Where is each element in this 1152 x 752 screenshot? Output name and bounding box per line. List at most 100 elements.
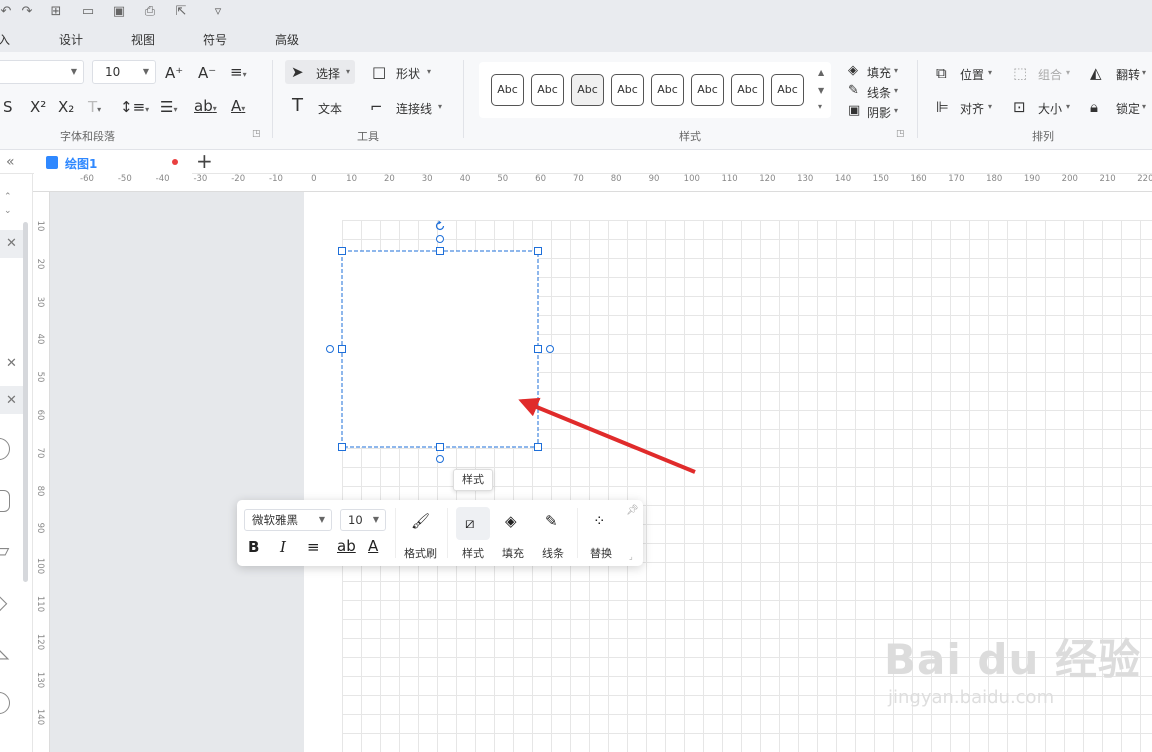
text-style-icon[interactable]: T▾ [88, 98, 101, 119]
document-icon [46, 156, 58, 169]
collapse-panel-icon[interactable]: « [6, 154, 15, 170]
scroll-down-icon[interactable]: ⌄ [4, 206, 12, 216]
shadow-button[interactable]: ▣ 阴影 ▾ [846, 102, 906, 120]
document-name: 绘图1 [65, 157, 98, 171]
increase-font-icon[interactable]: A⁺ [165, 64, 183, 82]
pin-icon[interactable]: 📌︎ [626, 505, 639, 516]
line-pen-icon[interactable]: ✎ [545, 512, 558, 530]
fill-button[interactable]: ◈ 填充 ▾ [846, 62, 906, 80]
menu-item-design[interactable]: 设计 [59, 31, 83, 48]
add-tab-icon[interactable]: + [196, 149, 213, 173]
bullet-list-icon[interactable]: ☰▾ [160, 98, 177, 119]
menu-item-advanced[interactable]: 高级 [275, 31, 299, 48]
new-file-icon[interactable]: ⊞ [48, 4, 64, 20]
save-icon[interactable]: ▣ [111, 4, 127, 20]
circle-shape-icon[interactable] [0, 692, 10, 714]
select-tool-button[interactable]: ➤ 选择 ▾ [285, 60, 355, 84]
style-swatch[interactable]: Abc [651, 74, 684, 106]
style-swatch[interactable]: Abc [771, 74, 804, 106]
font-color-icon[interactable]: A▾ [231, 97, 245, 118]
quick-access-dropdown-icon[interactable]: ▿ [210, 4, 226, 20]
style-swatch[interactable]: Abc [691, 74, 724, 106]
document-tab[interactable]: 绘图1 [34, 150, 192, 174]
styles-group-launcher-icon[interactable]: ◳ [896, 129, 905, 139]
close-library-icon[interactable]: ✕ [6, 393, 17, 408]
connector-tool-button[interactable]: ⌐ 连接线 ▾ [370, 95, 450, 119]
text-align-icon[interactable]: ≡▾ [230, 63, 247, 84]
style-swatch[interactable]: Abc [571, 74, 604, 106]
undo-icon[interactable]: ↶ [0, 4, 14, 20]
export-icon[interactable]: ⇱ [173, 4, 189, 20]
shape-tool-button[interactable]: □ 形状 ▾ [370, 60, 440, 84]
combine-button[interactable]: ⬚ 组合 ▾ [1013, 64, 1077, 84]
style-swatch[interactable]: Abc [531, 74, 564, 106]
replace-shape-icon[interactable]: ⁘ [593, 512, 606, 530]
menu-item-view[interactable]: 视图 [131, 31, 155, 48]
format-painter-icon[interactable]: 🖌︎ [411, 512, 430, 530]
font-color-icon[interactable]: A [368, 537, 378, 555]
menu-item-insert[interactable]: 入 [0, 31, 10, 48]
decrease-font-icon[interactable]: A⁻ [198, 64, 216, 82]
size-button[interactable]: ⊡ 大小 ▾ [1013, 98, 1077, 118]
gallery-more-icon[interactable]: ▾ [818, 102, 822, 111]
close-library-icon[interactable]: ✕ [6, 356, 17, 371]
connector-icon: ⌐ [370, 98, 383, 116]
strikethrough-icon[interactable]: S [3, 98, 13, 116]
italic-button[interactable]: I [280, 538, 286, 556]
subscript-icon[interactable]: X₂ [58, 98, 74, 116]
flip-button[interactable]: ◭ 翻转 ▾ [1090, 64, 1152, 84]
superscript-icon[interactable]: X² [30, 98, 46, 116]
format-painter-button[interactable]: 格式刷 [404, 545, 437, 561]
replace-button[interactable]: 替换 [590, 545, 612, 561]
circle-shape-icon[interactable] [0, 438, 10, 460]
font-family-dropdown[interactable]: 微软雅黑 ▼ [244, 509, 332, 531]
line-spacing-icon[interactable]: ↕≡▾ [120, 98, 149, 119]
font-size-select[interactable]: 10 ▼ [92, 60, 156, 84]
text-tool-button[interactable]: T 文本 [290, 95, 350, 119]
line-button[interactable]: 线条 [542, 545, 564, 561]
fill-button[interactable]: 填充 [502, 545, 524, 561]
style-swatch[interactable]: Abc [491, 74, 524, 106]
align-button[interactable]: ⊫ 对齐 ▾ [936, 98, 1000, 118]
ruler-tick-label: 60 [35, 409, 45, 421]
bold-button[interactable]: B [248, 538, 259, 556]
style-swatch[interactable]: Abc [611, 74, 644, 106]
styles-group-label: 样式 [679, 130, 701, 143]
font-size-dropdown[interactable]: 10 ▼ [340, 509, 386, 531]
highlight-icon[interactable]: ab▾ [194, 97, 217, 118]
ruler-tick-label: 40 [459, 174, 471, 184]
scroll-up-icon[interactable]: ⌃ [4, 192, 12, 202]
line-button[interactable]: ✎ 线条 ▾ [846, 82, 906, 100]
ruler-tick-label: 120 [35, 633, 45, 650]
style-swatch[interactable]: Abc [731, 74, 764, 106]
menu-bar: 入 设计 视图 符号 高级 [0, 24, 1152, 52]
lock-button[interactable]: 🔒︎ 锁定 ▾ [1090, 98, 1152, 118]
highlight-icon[interactable]: ab [337, 537, 356, 555]
style-button[interactable]: 样式 [462, 545, 484, 561]
gallery-up-icon[interactable]: ▲ [818, 68, 824, 77]
style-tooltip: 样式 [453, 469, 493, 491]
arrange-group-label: 排列 [1032, 130, 1054, 143]
parallelogram-shape-icon[interactable]: ▱ [0, 538, 9, 562]
triangle-shape-icon[interactable]: ◺ [0, 638, 9, 662]
print-icon[interactable]: ⎙ [142, 4, 158, 20]
open-folder-icon[interactable]: ▭ [80, 4, 96, 20]
diamond-shape-icon[interactable]: ◇ [0, 590, 7, 614]
fill-bucket-icon[interactable]: ◈ [505, 512, 517, 530]
menu-item-symbols[interactable]: 符号 [203, 31, 227, 48]
ruler-tick-label: 70 [572, 174, 584, 184]
font-group-launcher-icon[interactable]: ◳ [252, 129, 261, 139]
ruler-tick-label: 130 [35, 671, 45, 688]
redo-icon[interactable]: ↷ [19, 4, 35, 20]
ruler-tick-label: 50 [35, 371, 45, 383]
position-button[interactable]: ⧉ 位置 ▾ [936, 64, 1000, 84]
gallery-down-icon[interactable]: ▼ [818, 86, 824, 95]
rounded-shape-icon[interactable] [0, 490, 10, 512]
close-library-icon[interactable]: ✕ [6, 236, 17, 251]
align-left-icon[interactable]: ≡ [307, 538, 320, 556]
panel-scrollbar[interactable] [23, 222, 28, 582]
ruler-tick-label: 10 [346, 174, 358, 184]
font-family-select[interactable]: ▼ [0, 60, 84, 84]
ruler-tick-label: 120 [759, 174, 776, 184]
style-brush-icon[interactable]: ⧄ [465, 514, 475, 532]
